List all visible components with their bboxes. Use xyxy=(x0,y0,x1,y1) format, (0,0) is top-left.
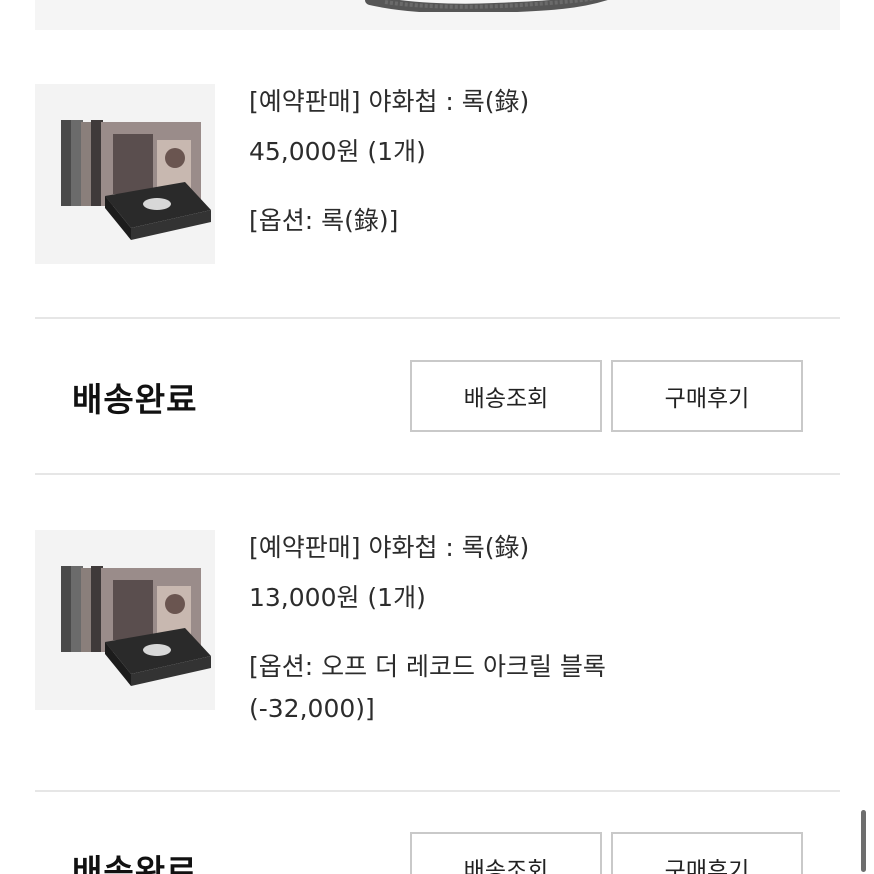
product-box-image xyxy=(35,84,215,264)
divider xyxy=(35,473,840,475)
delivery-status: 배송완료 xyxy=(72,380,198,419)
order-status-row: 배송완료 배송조회 구매후기 xyxy=(35,832,840,874)
scrollbar-thumb[interactable] xyxy=(861,810,866,872)
item-info: [예약판매] 야화첩 : 록(錄) 13,000원 (1개) [옵션: 오프 더… xyxy=(249,530,809,730)
order-status-row: 배송완료 배송조회 구매후기 xyxy=(35,360,840,432)
product-option: [옵션: 오프 더 레코드 아크릴 블록 xyxy=(249,652,606,681)
product-option: [옵션: 록(錄)] xyxy=(249,206,399,235)
product-box-image xyxy=(35,530,215,710)
previous-item-banner xyxy=(35,0,840,30)
product-thumbnail[interactable] xyxy=(35,84,215,264)
product-price: 13,000원 (1개) xyxy=(249,583,426,612)
item-info: [예약판매] 야화첩 : 록(錄) 45,000원 (1개) [옵션: 록(錄)… xyxy=(249,84,809,242)
write-review-button[interactable]: 구매후기 xyxy=(611,360,803,432)
track-delivery-button[interactable]: 배송조회 xyxy=(410,360,602,432)
divider xyxy=(35,317,840,319)
product-thumbnail[interactable] xyxy=(35,530,215,710)
track-delivery-button[interactable]: 배송조회 xyxy=(410,832,602,874)
write-review-button[interactable]: 구매후기 xyxy=(611,832,803,874)
divider xyxy=(35,790,840,792)
delivery-status: 배송완료 xyxy=(72,852,198,874)
product-title[interactable]: [예약판매] 야화첩 : 록(錄) xyxy=(249,84,809,120)
brush-stroke-image xyxy=(365,0,608,12)
order-item: [예약판매] 야화첩 : 록(錄) 45,000원 (1개) [옵션: 록(錄)… xyxy=(35,84,840,284)
order-item: [예약판매] 야화첩 : 록(錄) 13,000원 (1개) [옵션: 오프 더… xyxy=(35,530,840,760)
product-option-price: (-32,000)] xyxy=(249,694,375,723)
product-title[interactable]: [예약판매] 야화첩 : 록(錄) xyxy=(249,530,809,566)
product-price: 45,000원 (1개) xyxy=(249,137,426,166)
